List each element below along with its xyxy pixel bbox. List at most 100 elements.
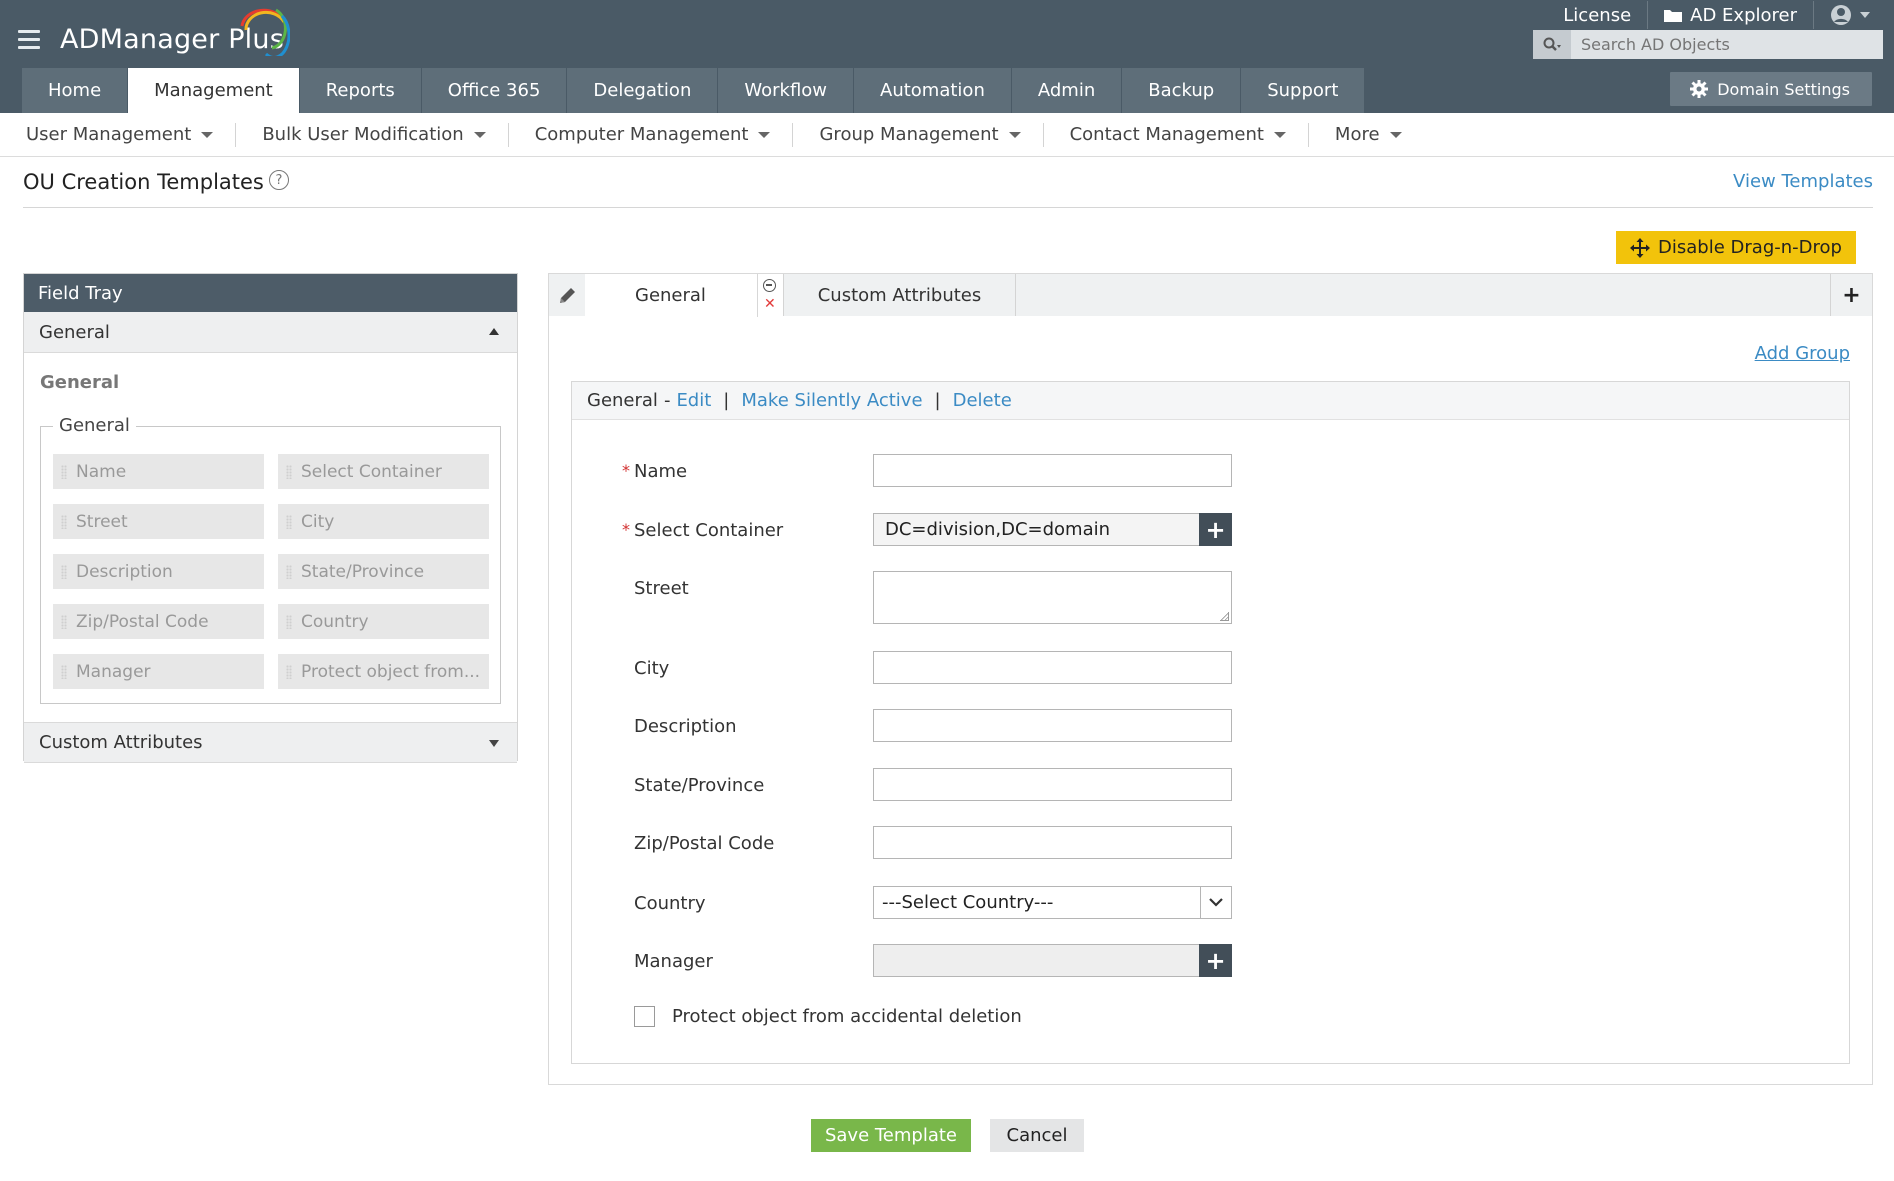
drag-handle-icon <box>61 514 67 529</box>
close-tab-icon[interactable]: ✕ <box>764 297 776 311</box>
domain-settings-button[interactable]: Domain Settings <box>1670 72 1872 106</box>
cancel-button[interactable]: Cancel <box>990 1119 1084 1152</box>
add-group-link[interactable]: Add Group <box>1755 343 1850 364</box>
tray-field-zip[interactable]: Zip/Postal Code <box>53 604 264 639</box>
tray-section-custom-attributes-wrap: Custom Attributes <box>24 722 517 763</box>
subnav-contact-management[interactable]: Contact Management <box>1044 122 1309 147</box>
required-marker: * <box>622 520 630 539</box>
tray-section-general[interactable]: General <box>24 312 517 353</box>
drag-handle-icon <box>61 564 67 579</box>
folder-icon <box>1664 10 1683 22</box>
search-input[interactable] <box>1571 35 1871 54</box>
drag-handle-icon <box>286 564 292 579</box>
tray-section-custom-attributes[interactable]: Custom Attributes <box>24 722 517 763</box>
tab-general[interactable]: General <box>585 274 758 317</box>
delete-group-link[interactable]: Delete <box>953 390 1012 411</box>
drag-handle-icon <box>61 614 67 629</box>
tab-management[interactable]: Management <box>128 68 299 113</box>
select-container-value: DC=division,DC=domain <box>885 519 1111 540</box>
chip-label: Manager <box>76 661 151 682</box>
caret-down-icon <box>1273 131 1286 138</box>
search-icon[interactable] <box>1533 30 1571 59</box>
manager-field[interactable]: + <box>873 944 1232 977</box>
tab-delegation[interactable]: Delegation <box>567 68 718 113</box>
pencil-icon[interactable] <box>557 286 577 306</box>
subnav-computer-management[interactable]: Computer Management <box>509 122 794 147</box>
collapse-tab-icon[interactable] <box>763 279 776 292</box>
tray-field-protect-object[interactable]: Protect object from... <box>278 654 489 689</box>
tray-field-street[interactable]: Street <box>53 504 264 539</box>
field-label-name: Name <box>634 461 688 482</box>
tab-admin[interactable]: Admin <box>1011 68 1122 113</box>
subnav-more[interactable]: More <box>1309 123 1424 147</box>
chip-label: Street <box>76 511 128 532</box>
field-label-city: City <box>634 658 670 679</box>
collapse-icon <box>489 328 499 335</box>
top-links: License AD Explorer <box>1547 0 1894 30</box>
top-header: ADManager Plus License AD Explorer Home … <box>0 0 1894 113</box>
tab-automation[interactable]: Automation <box>854 68 1011 113</box>
tray-field-country[interactable]: Country <box>278 604 489 639</box>
tab-general-controls: ✕ <box>758 274 783 316</box>
tray-field-description[interactable]: Description <box>53 554 264 589</box>
tray-field-name[interactable]: Name <box>53 454 264 489</box>
add-container-button[interactable]: + <box>1199 513 1232 546</box>
select-container-field[interactable]: DC=division,DC=domain + <box>873 513 1232 546</box>
tray-fieldset: General Name Select Container Street Cit… <box>40 415 501 704</box>
tab-custom-attributes[interactable]: Custom Attributes <box>783 274 1016 316</box>
country-select[interactable]: ---Select Country--- <box>873 886 1232 919</box>
move-arrows-icon <box>1630 237 1651 258</box>
tray-field-state-province[interactable]: State/Province <box>278 554 489 589</box>
tray-section-label: General <box>39 321 110 343</box>
name-input[interactable] <box>873 454 1232 487</box>
chevron-down-icon[interactable] <box>1200 887 1231 918</box>
page-title: OU Creation Templates <box>23 170 264 194</box>
street-textarea[interactable] <box>873 571 1232 624</box>
save-template-button[interactable]: Save Template <box>811 1119 971 1152</box>
add-manager-button[interactable]: + <box>1199 944 1232 977</box>
group-name: General <box>587 390 658 411</box>
protect-object-checkbox[interactable] <box>634 1006 655 1027</box>
tray-field-city[interactable]: City <box>278 504 489 539</box>
disable-drag-n-drop-button[interactable]: Disable Drag-n-Drop <box>1616 231 1856 264</box>
tray-field-manager[interactable]: Manager <box>53 654 264 689</box>
ad-explorer-link[interactable]: AD Explorer <box>1648 1 1814 29</box>
subnav-user-management[interactable]: User Management <box>0 122 237 147</box>
tab-support[interactable]: Support <box>1241 68 1365 113</box>
tab-backup[interactable]: Backup <box>1122 68 1241 113</box>
zip-input[interactable] <box>873 826 1232 859</box>
expand-icon <box>489 740 499 747</box>
user-menu[interactable] <box>1814 1 1894 29</box>
help-icon[interactable]: ? <box>269 170 289 190</box>
license-link[interactable]: License <box>1547 1 1649 29</box>
subnav-label: Computer Management <box>534 124 749 145</box>
state-province-input[interactable] <box>873 768 1232 801</box>
subnav-group-management[interactable]: Group Management <box>793 122 1044 147</box>
tab-home[interactable]: Home <box>22 68 128 113</box>
chip-label: Description <box>76 561 173 582</box>
subnav-bulk-user-modification[interactable]: Bulk User Modification <box>236 122 509 147</box>
resize-handle-icon[interactable] <box>1220 612 1229 621</box>
caret-down-icon <box>201 131 214 138</box>
field-label-description: Description <box>634 716 737 737</box>
chip-label: City <box>301 511 335 532</box>
tab-office-365[interactable]: Office 365 <box>421 68 567 113</box>
tray-section-label: Custom Attributes <box>39 732 203 753</box>
description-input[interactable] <box>873 709 1232 742</box>
group-dash: - <box>663 390 671 411</box>
fieldset-legend: General <box>53 415 136 436</box>
city-input[interactable] <box>873 651 1232 684</box>
tray-field-select-container[interactable]: Select Container <box>278 454 489 489</box>
chip-label: Select Container <box>301 461 442 482</box>
tab-workflow[interactable]: Workflow <box>718 68 854 113</box>
edit-group-link[interactable]: Edit <box>676 390 711 411</box>
hamburger-menu-icon[interactable] <box>18 30 40 49</box>
separator: | <box>934 390 941 411</box>
tab-reports[interactable]: Reports <box>299 68 421 113</box>
drag-handle-icon <box>286 614 292 629</box>
view-templates-link[interactable]: View Templates <box>1733 171 1873 192</box>
add-tab-icon[interactable]: + <box>1830 274 1872 316</box>
drag-handle-icon <box>61 464 67 479</box>
make-silently-active-link[interactable]: Make Silently Active <box>741 390 922 411</box>
required-marker: * <box>622 461 630 480</box>
